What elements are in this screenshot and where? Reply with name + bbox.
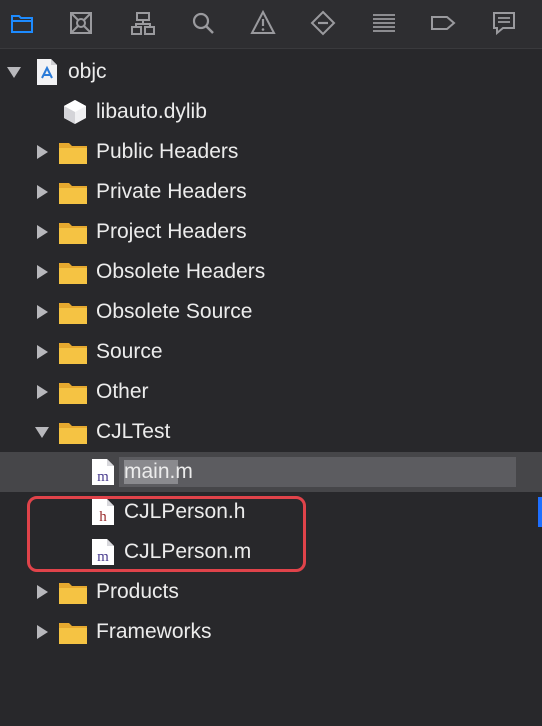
disclosure-collapsed-icon[interactable] — [34, 584, 50, 600]
disclosure-collapsed-icon[interactable] — [34, 304, 50, 320]
tree-row-label: Source — [96, 340, 163, 363]
issue-navigator-icon[interactable] — [246, 6, 280, 40]
folder-icon — [58, 378, 88, 406]
tree-row-group[interactable]: Private Headers — [0, 172, 542, 212]
tree-row-label: Products — [96, 580, 179, 603]
debug-navigator-icon[interactable] — [367, 6, 401, 40]
objc-source-file-icon: m — [88, 458, 114, 486]
annotation-highlight-box — [27, 496, 306, 572]
tree-row-label: CJLTest — [96, 420, 171, 443]
folder-icon — [58, 258, 88, 286]
tree-row-group[interactable]: Other — [0, 372, 542, 412]
tree-row-group[interactable]: Source — [0, 332, 542, 372]
disclosure-collapsed-icon[interactable] — [34, 384, 50, 400]
tree-row-label: Frameworks — [96, 620, 212, 643]
tree-row-label: libauto.dylib — [96, 100, 207, 123]
tree-row-root[interactable]: objc — [0, 52, 542, 92]
tree-row-group-cjltest[interactable]: CJLTest — [0, 412, 542, 452]
tree-row-label: Other — [96, 380, 149, 403]
window-edge-accent — [538, 497, 542, 527]
file-type-letter: m — [97, 469, 109, 485]
project-navigator-icon[interactable] — [5, 6, 39, 40]
folder-icon — [58, 178, 88, 206]
disclosure-collapsed-icon[interactable] — [34, 184, 50, 200]
tree-row-label: objc — [68, 60, 107, 83]
tree-row-label: Private Headers — [96, 180, 247, 203]
find-navigator-icon[interactable] — [186, 6, 220, 40]
tree-row-group[interactable]: Obsolete Source — [0, 292, 542, 332]
tree-row-file-main[interactable]: m main.m — [0, 452, 542, 492]
folder-icon — [58, 418, 88, 446]
folder-icon — [58, 218, 88, 246]
disclosure-expanded-icon[interactable] — [34, 424, 50, 440]
tree-row-group[interactable]: Project Headers — [0, 212, 542, 252]
symbol-navigator-icon[interactable] — [126, 6, 160, 40]
tree-row-label: Obsolete Source — [96, 300, 253, 323]
disclosure-collapsed-icon[interactable] — [34, 144, 50, 160]
folder-icon — [58, 338, 88, 366]
disclosure-collapsed-icon[interactable] — [34, 224, 50, 240]
tree-row-group[interactable]: Products — [0, 572, 542, 612]
disclosure-collapsed-icon[interactable] — [34, 344, 50, 360]
source-control-icon[interactable] — [64, 6, 98, 40]
breakpoint-navigator-icon[interactable] — [426, 6, 460, 40]
tree-row-label: Project Headers — [96, 220, 247, 243]
tree-row-label: Public Headers — [96, 140, 239, 163]
folder-icon — [58, 578, 88, 606]
disclosure-collapsed-icon[interactable] — [34, 264, 50, 280]
folder-icon — [58, 138, 88, 166]
rename-field-text[interactable]: main.m — [124, 460, 193, 484]
test-navigator-icon[interactable] — [306, 6, 340, 40]
library-icon — [60, 98, 88, 126]
tree-row-group[interactable]: Obsolete Headers — [0, 252, 542, 292]
folder-icon — [58, 298, 88, 326]
tree-row-library[interactable]: libauto.dylib — [0, 92, 542, 132]
folder-icon — [58, 618, 88, 646]
report-navigator-icon[interactable] — [487, 6, 521, 40]
navigator-toolbar — [0, 0, 542, 49]
disclosure-expanded-icon[interactable] — [6, 64, 22, 80]
project-file-icon — [32, 58, 58, 86]
tree-row-group[interactable]: Public Headers — [0, 132, 542, 172]
tree-row-group[interactable]: Frameworks — [0, 612, 542, 652]
tree-row-label: Obsolete Headers — [96, 260, 266, 283]
disclosure-collapsed-icon[interactable] — [34, 624, 50, 640]
